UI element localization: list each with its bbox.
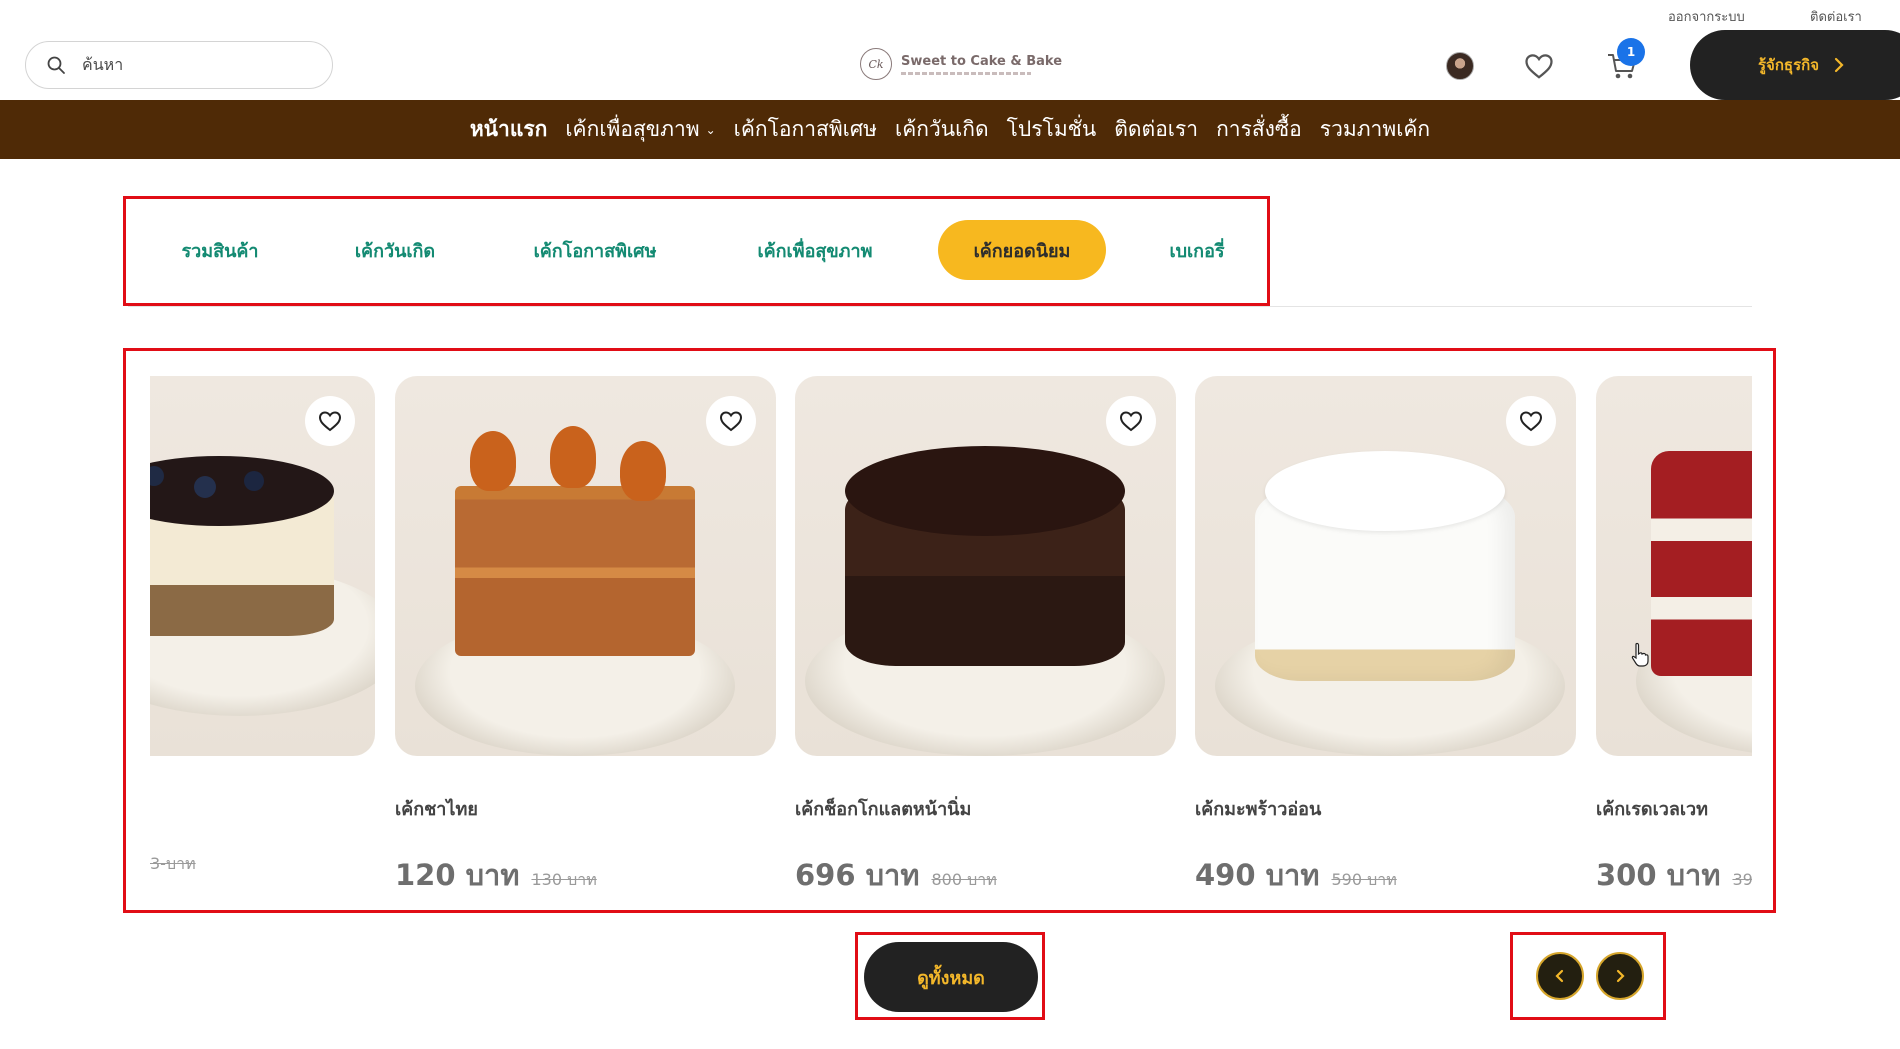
product-name: เค้กชาไทย — [395, 799, 478, 820]
chevron-right-icon — [1616, 969, 1625, 983]
product-name: เค้กเรดเวลเวท — [1596, 799, 1709, 820]
product-name — [150, 794, 375, 820]
chevron-down-icon: ⌄ — [705, 122, 716, 137]
view-all-button[interactable]: ดูทั้งหมด — [864, 942, 1038, 1012]
contact-link[interactable]: ติดต่อเรา — [1810, 6, 1862, 27]
nav-item-gallery[interactable]: รวมภาพเค้ก — [1320, 113, 1430, 146]
favorite-button[interactable] — [1506, 396, 1556, 446]
product-old-price: 130 บาท — [531, 870, 597, 889]
logout-link[interactable]: ออกจากระบบ — [1668, 6, 1745, 27]
favorite-button[interactable] — [1106, 396, 1156, 446]
product-card[interactable]: 3-บาท — [150, 376, 375, 877]
search-placeholder: ค้นหา — [82, 54, 124, 74]
tab-birthday-cake[interactable]: เค้กวันเกิด — [335, 220, 455, 280]
hand-cursor-icon — [1631, 642, 1649, 667]
tab-special-cake[interactable]: เค้กโอกาสพิเศษ — [510, 220, 680, 280]
chocolate-cake-image — [795, 376, 1176, 756]
favorite-button[interactable] — [305, 396, 355, 446]
product-name: เค้กมะพร้าวอ่อน — [1195, 799, 1322, 820]
tab-healthy-cake[interactable]: เค้กเพื่อสุขภาพ — [730, 220, 900, 280]
product-old-price: 800 บาท — [931, 870, 997, 889]
heart-icon — [318, 411, 342, 432]
red-velvet-cake-image — [1596, 376, 1752, 756]
tabs-divider — [128, 306, 1752, 307]
product-card[interactable]: เค้กเรดเวลเวท 300 บาท 390 บาท — [1596, 376, 1752, 898]
carousel-next-button[interactable] — [1596, 952, 1644, 1000]
chevron-left-icon — [1555, 969, 1564, 983]
logo-text: Sweet to Cake & Bake — [901, 53, 1063, 69]
main-nav: หน้าแรก เค้กเพื่อสุขภาพ ⌄ เค้กโอกาสพิเศษ … — [0, 100, 1900, 159]
product-card[interactable]: เค้กช็อกโกแลตหน้านิ่ม 696 บาท 800 บาท — [795, 376, 1176, 898]
nav-item-healthy-cake[interactable]: เค้กเพื่อสุขภาพ ⌄ — [565, 113, 715, 146]
product-carousel: 3-บาท เค้กชาไทย 120 บาท 130 บาท เค้กช็อกโ… — [150, 376, 1752, 906]
coconut-cake-image — [1195, 376, 1576, 756]
wishlist-heart-icon[interactable] — [1524, 52, 1554, 80]
thai-tea-cake-image — [395, 376, 776, 756]
product-old-price: 390 บาท — [1732, 870, 1752, 889]
nav-item-special-cake[interactable]: เค้กโอกาสพิเศษ — [734, 113, 877, 146]
site-logo[interactable]: Ck Sweet to Cake & Bake — [860, 48, 1062, 80]
product-price: 490 บาท — [1195, 858, 1320, 892]
product-old-price: 590 บาท — [1331, 870, 1397, 889]
product-card[interactable]: เค้กชาไทย 120 บาท 130 บาท — [395, 376, 776, 898]
product-card[interactable]: เค้กมะพร้าวอ่อน 490 บาท 590 บาท — [1195, 376, 1576, 898]
logo-mark-icon: Ck — [860, 48, 892, 80]
nav-item-contact[interactable]: ติดต่อเรา — [1114, 113, 1198, 146]
heart-icon — [1519, 411, 1543, 432]
product-price: 120 บาท — [395, 858, 520, 892]
nav-item-birthday-cake[interactable]: เค้กวันเกิด — [895, 113, 989, 146]
nav-item-ordering[interactable]: การสั่งซื้อ — [1216, 113, 1302, 146]
product-price: 696 บาท — [795, 858, 920, 892]
carousel-prev-button[interactable] — [1536, 952, 1584, 1000]
nav-item-promotion[interactable]: โปรโมชั่น — [1007, 113, 1097, 146]
search-icon — [47, 56, 65, 74]
favorite-button[interactable] — [706, 396, 756, 446]
about-business-button[interactable]: รู้จักธุรกิจ — [1690, 30, 1900, 100]
cart-count-badge: 1 — [1617, 38, 1645, 66]
blueberry-cheesecake-image — [150, 376, 375, 756]
nav-item-home[interactable]: หน้าแรก — [470, 113, 548, 146]
tab-popular-cake[interactable]: เค้กยอดนิยม — [938, 220, 1106, 280]
logo-tagline — [901, 71, 1031, 75]
avatar[interactable] — [1446, 52, 1474, 80]
product-name: เค้กช็อกโกแลตหน้านิ่ม — [795, 799, 972, 820]
tab-bakery[interactable]: เบเกอรี่ — [1150, 220, 1244, 280]
product-old-price: 3-บาท — [150, 854, 196, 873]
chevron-right-icon — [1834, 57, 1844, 73]
tab-all-products[interactable]: รวมสินค้า — [160, 220, 280, 280]
heart-icon — [1119, 411, 1143, 432]
heart-icon — [719, 411, 743, 432]
nav-item-label: เค้กเพื่อสุขภาพ — [565, 117, 700, 141]
about-business-label: รู้จักธุรกิจ — [1758, 56, 1820, 74]
product-price: 300 บาท — [1596, 858, 1721, 892]
search-input[interactable]: ค้นหา — [25, 41, 333, 89]
